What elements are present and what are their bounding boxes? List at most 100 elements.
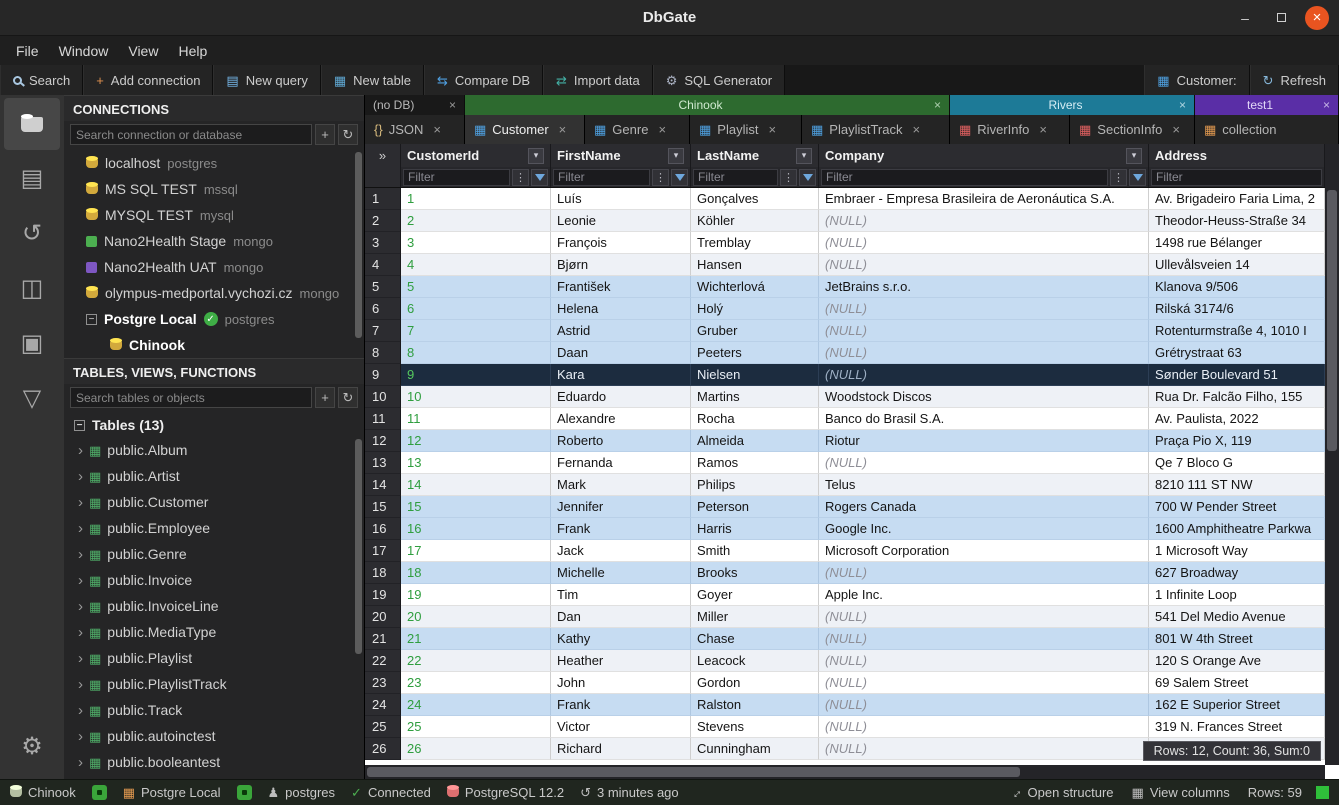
cell-company[interactable]: Google Inc.: [819, 518, 1149, 540]
customer-button[interactable]: ▦Customer:: [1144, 65, 1249, 95]
cell-firstname[interactable]: Astrid: [551, 320, 691, 342]
cell-address[interactable]: Praça Pio X, 119: [1149, 430, 1325, 452]
menu-window[interactable]: Window: [49, 39, 119, 63]
cell-company[interactable]: (NULL): [819, 650, 1149, 672]
cell-lastname[interactable]: Gruber: [691, 320, 819, 342]
row-number[interactable]: 8: [365, 342, 401, 364]
table-item-public-invoice[interactable]: ›▦public.Invoice: [64, 567, 364, 593]
cell-firstname[interactable]: Tim: [551, 584, 691, 606]
tables-group-row[interactable]: − Tables (13): [64, 413, 364, 437]
cell-company[interactable]: (NULL): [819, 606, 1149, 628]
filter-funnel-button[interactable]: [671, 169, 688, 186]
row-number[interactable]: 12: [365, 430, 401, 452]
cell-company[interactable]: Apple Inc.: [819, 584, 1149, 606]
cell-company[interactable]: Riotur: [819, 430, 1149, 452]
cell-lastname[interactable]: Ralston: [691, 694, 819, 716]
row-number[interactable]: 3: [365, 232, 401, 254]
cell-lastname[interactable]: Brooks: [691, 562, 819, 584]
cell-company[interactable]: Microsoft Corporation: [819, 540, 1149, 562]
collapse-icon[interactable]: −: [74, 420, 85, 431]
table-item-public-album[interactable]: ›▦public.Album: [64, 437, 364, 463]
connection-item-nano2health-stage[interactable]: Nano2Health Stagemongo: [64, 228, 364, 254]
cell-customerid[interactable]: 4: [401, 254, 551, 276]
cell-customerid[interactable]: 15: [401, 496, 551, 518]
cell-address[interactable]: 1 Microsoft Way: [1149, 540, 1325, 562]
filter-menu-button[interactable]: ⋮: [1110, 169, 1127, 186]
status-view-columns[interactable]: ▦View columns: [1132, 785, 1230, 800]
row-number[interactable]: 22: [365, 650, 401, 672]
cell-company[interactable]: Rogers Canada: [819, 496, 1149, 518]
cell-address[interactable]: 319 N. Frances Street: [1149, 716, 1325, 738]
new-query-button[interactable]: ▤New query: [213, 65, 320, 95]
cell-company[interactable]: (NULL): [819, 738, 1149, 760]
vertical-scrollbar[interactable]: [1325, 144, 1339, 765]
cell-address[interactable]: 700 W Pender Street: [1149, 496, 1325, 518]
cell-customerid[interactable]: 16: [401, 518, 551, 540]
cell-firstname[interactable]: Jennifer: [551, 496, 691, 518]
cell-company[interactable]: JetBrains s.r.o.: [819, 276, 1149, 298]
tab-playlist[interactable]: ▦Playlist×: [690, 115, 802, 144]
status-postgre-local[interactable]: ▦Postgre Local: [123, 785, 221, 800]
tables-scrollbar[interactable]: [355, 439, 362, 654]
horizontal-scrollbar[interactable]: [365, 765, 1325, 779]
row-number[interactable]: 16: [365, 518, 401, 540]
add-connection-small-button[interactable]: +: [315, 124, 335, 145]
cell-address[interactable]: 541 Del Medio Avenue: [1149, 606, 1325, 628]
cell-firstname[interactable]: Jack: [551, 540, 691, 562]
cell-customerid[interactable]: 20: [401, 606, 551, 628]
cell-lastname[interactable]: Gonçalves: [691, 188, 819, 210]
status-open-structure[interactable]: ↔Open structure: [1009, 785, 1114, 800]
cell-address[interactable]: 1 Infinite Loop: [1149, 584, 1325, 606]
connection-item-postgre-local[interactable]: −Postgre Local✓postgres: [64, 306, 364, 332]
cell-address[interactable]: Rotenturmstraße 4, 1010 I: [1149, 320, 1325, 342]
cell-customerid[interactable]: 23: [401, 672, 551, 694]
import-data-button[interactable]: ⇄Import data: [543, 65, 653, 95]
cell-address[interactable]: Sønder Boulevard 51: [1149, 364, 1325, 386]
cell-firstname[interactable]: Daan: [551, 342, 691, 364]
close-icon[interactable]: ×: [559, 122, 567, 137]
cell-lastname[interactable]: Smith: [691, 540, 819, 562]
cell-address[interactable]: 1600 Amphitheatre Parkwa: [1149, 518, 1325, 540]
table-item-public-autoinctest[interactable]: ›▦public.autoinctest: [64, 723, 364, 749]
cell-customerid[interactable]: 7: [401, 320, 551, 342]
row-number[interactable]: 25: [365, 716, 401, 738]
row-number[interactable]: 26: [365, 738, 401, 760]
sidebar-apps-icon[interactable]: ▣: [4, 318, 60, 370]
tab-collection[interactable]: ▦collection: [1195, 115, 1339, 144]
db-tab-no-db[interactable]: (no DB)×: [365, 95, 465, 115]
vertical-scrollbar-thumb[interactable]: [1327, 190, 1337, 451]
cell-customerid[interactable]: 22: [401, 650, 551, 672]
cell-customerid[interactable]: 19: [401, 584, 551, 606]
maximize-button[interactable]: [1269, 6, 1293, 30]
add-connection-button[interactable]: +Add connection: [83, 65, 213, 95]
close-icon[interactable]: ×: [1323, 98, 1330, 112]
filter-input-customerid[interactable]: [403, 169, 510, 186]
cell-address[interactable]: Qe 7 Bloco G: [1149, 452, 1325, 474]
cell-address[interactable]: Av. Brigadeiro Faria Lima, 2: [1149, 188, 1325, 210]
row-number[interactable]: 14: [365, 474, 401, 496]
tab-genre[interactable]: ▦Genre×: [585, 115, 690, 144]
cell-customerid[interactable]: 10: [401, 386, 551, 408]
table-item-public-invoiceline[interactable]: ›▦public.InvoiceLine: [64, 593, 364, 619]
cell-lastname[interactable]: Philips: [691, 474, 819, 496]
sidebar-file-icon[interactable]: ▤: [4, 153, 60, 205]
db-tab-chinook[interactable]: Chinook×: [465, 95, 950, 115]
cell-customerid[interactable]: 1: [401, 188, 551, 210]
horizontal-scrollbar-thumb[interactable]: [367, 767, 1020, 777]
row-number[interactable]: 6: [365, 298, 401, 320]
cell-firstname[interactable]: Mark: [551, 474, 691, 496]
cell-address[interactable]: Av. Paulista, 2022: [1149, 408, 1325, 430]
row-number[interactable]: 13: [365, 452, 401, 474]
cell-customerid[interactable]: 11: [401, 408, 551, 430]
connection-item-localhost[interactable]: localhostpostgres: [64, 150, 364, 176]
sidebar-archive-icon[interactable]: ◫: [4, 263, 60, 315]
row-number[interactable]: 20: [365, 606, 401, 628]
row-number[interactable]: 17: [365, 540, 401, 562]
cell-lastname[interactable]: Rocha: [691, 408, 819, 430]
cell-customerid[interactable]: 25: [401, 716, 551, 738]
chevron-down-icon[interactable]: ▾: [528, 148, 544, 164]
status-postgresql-12-2[interactable]: PostgreSQL 12.2: [447, 785, 564, 800]
cell-firstname[interactable]: Frank: [551, 694, 691, 716]
refresh-connections-button[interactable]: ↻: [338, 124, 358, 145]
chevron-down-icon[interactable]: ▾: [796, 148, 812, 164]
